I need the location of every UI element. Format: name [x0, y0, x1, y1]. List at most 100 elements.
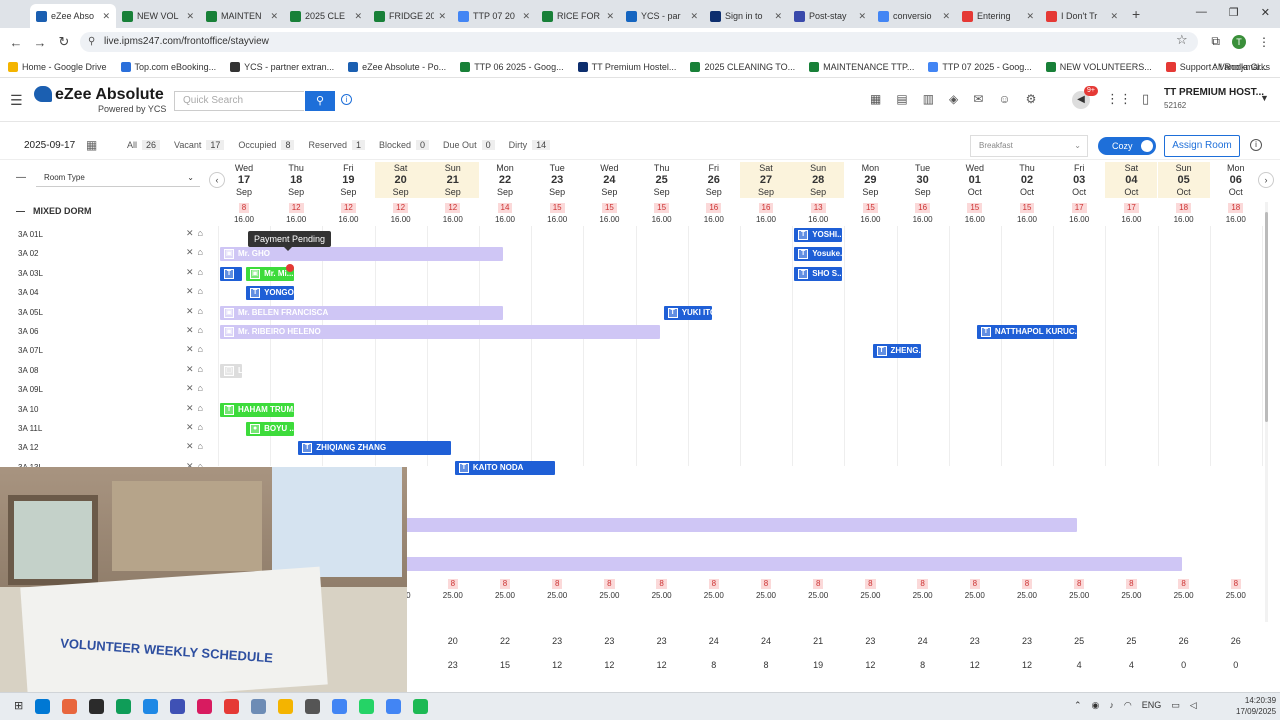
language-indicator[interactable]: ENG — [1142, 700, 1162, 711]
room-status-icons[interactable]: ✕⌂ — [186, 306, 207, 317]
browser-tab[interactable]: MAINTEN ✕ — [200, 4, 284, 28]
taskbar-app-icon[interactable] — [305, 699, 321, 714]
availability-cell[interactable]: 15 16.00 — [636, 200, 688, 226]
bookmark-item[interactable]: NEW VOLUNTEERS... — [1045, 61, 1152, 72]
bookmark-item[interactable]: TTP 06 2025 - Goog... — [460, 61, 564, 72]
date-column[interactable]: Wed 24 Sep — [583, 162, 635, 198]
maximize-icon[interactable]: ❐ — [1229, 6, 1239, 19]
room-row[interactable]: 3A 05L ✕⌂ — [0, 304, 218, 323]
booking-bar[interactable]: TYONGO... — [246, 286, 295, 301]
channel-icon[interactable]: ◈ — [949, 92, 958, 106]
availability-cell[interactable]: 16 16.00 — [688, 200, 740, 226]
room-status-icons[interactable]: ✕⌂ — [186, 364, 207, 375]
tab-close-icon[interactable]: ✕ — [438, 11, 446, 22]
bookmark-star-icon[interactable]: ☆ — [1176, 32, 1188, 48]
taskbar-app-icon[interactable] — [143, 699, 159, 714]
close-window-icon[interactable]: ✕ — [1261, 6, 1270, 19]
availability-cell[interactable]: 15 16.00 — [583, 200, 635, 226]
availability-cell[interactable]: 13 16.00 — [792, 200, 844, 226]
taskbar-app-icon[interactable] — [89, 699, 105, 714]
site-info-icon[interactable]: ⚲ — [88, 32, 95, 52]
system-clock[interactable]: 14:20:39 17/09/2025 — [1236, 695, 1276, 717]
status-count[interactable]: Reserved 1 — [308, 140, 365, 150]
tab-close-icon[interactable]: ✕ — [690, 11, 698, 22]
availability-cell[interactable]: 12 16.00 — [427, 200, 479, 226]
room-status-icons[interactable]: ✕⌂ — [186, 344, 207, 355]
tab-close-icon[interactable]: ✕ — [270, 11, 278, 22]
browser-tab[interactable]: NEW VOL ✕ — [116, 4, 200, 28]
date-column[interactable]: Fri 26 Sep — [688, 162, 740, 198]
browser-tab[interactable]: YCS - par ✕ — [620, 4, 704, 28]
browser-tab[interactable]: Post-stay ✕ — [788, 4, 872, 28]
reload-icon[interactable]: ↻ — [52, 34, 76, 50]
availability-cell[interactable]: 825.00 — [740, 576, 792, 602]
room-status-icons[interactable]: ✕⌂ — [186, 286, 207, 297]
room-status-icons[interactable]: ✕⌂ — [186, 228, 207, 239]
hotel-name[interactable]: TT PREMIUM HOST... — [1164, 87, 1264, 98]
taskbar-app-icon[interactable] — [35, 699, 51, 714]
settings-icon[interactable]: ⚙ — [1026, 92, 1037, 106]
scrollbar-thumb[interactable] — [1265, 212, 1268, 422]
windows-start-icon[interactable]: ⊞ — [14, 699, 23, 714]
availability-cell[interactable]: 825.00 — [636, 576, 688, 602]
bookmark-item[interactable]: Top.com eBooking... — [120, 61, 216, 72]
bookmark-item[interactable]: YCS - partner extran... — [230, 61, 334, 72]
chevron-down-icon[interactable]: ▼ — [1260, 93, 1269, 103]
search-button[interactable]: ⚲ — [305, 91, 335, 111]
bookmark-item[interactable]: TTP 07 2025 - Goog... — [928, 61, 1032, 72]
reservation-icon[interactable]: ▦ — [870, 92, 881, 106]
room-row[interactable]: 3A 10 ✕⌂ — [0, 401, 218, 420]
bookmark-item[interactable]: Home - Google Drive — [8, 61, 107, 72]
url-input[interactable]: ⚲ live.ipms247.com/frontoffice/stayview — [80, 32, 1198, 52]
browser-tab[interactable]: conversio ✕ — [872, 4, 956, 28]
availability-cell[interactable]: 12 16.00 — [322, 200, 374, 226]
booking-bar[interactable]: ▣ Mr. BELEN FRANCISCA — [220, 305, 504, 320]
browser-tab[interactable]: TTP 07 20 ✕ — [452, 4, 536, 28]
availability-cell[interactable]: 825.00 — [792, 576, 844, 602]
guest-icon[interactable]: ☺ — [998, 92, 1010, 106]
taskbar-app-icon[interactable] — [413, 699, 429, 714]
hamburger-menu-icon[interactable]: ☰ — [10, 92, 23, 109]
availability-cell[interactable]: 825.00 — [1053, 576, 1105, 602]
availability-cell[interactable]: 825.00 — [583, 576, 635, 602]
date-column[interactable]: Sat 04 Oct — [1105, 162, 1158, 198]
room-status-icons[interactable]: ✕⌂ — [186, 247, 207, 258]
room-row[interactable]: 3A 03L ✕⌂ — [0, 265, 218, 284]
info-icon[interactable]: i — [341, 94, 352, 105]
date-column[interactable]: Sun 05 Oct — [1157, 162, 1210, 198]
room-status-icons[interactable]: ✕⌂ — [186, 403, 207, 414]
date-column[interactable]: Sun 28 Sep — [792, 162, 845, 198]
booking-bar[interactable]: T ZHIQIANG ZHANG — [298, 441, 451, 456]
date-column[interactable]: Thu 02 Oct — [1001, 162, 1053, 198]
browser-tab[interactable]: Sign in to ✕ — [704, 4, 788, 28]
browser-tab[interactable]: Entering ✕ — [956, 4, 1040, 28]
taskbar-app-icon[interactable] — [332, 699, 348, 714]
meal-plan-select[interactable]: Breakfast ⌄ — [970, 135, 1088, 157]
assign-room-button[interactable]: Assign Room — [1164, 135, 1240, 157]
taskbar-app-icon[interactable] — [170, 699, 186, 714]
profile-avatar[interactable]: T — [1232, 34, 1246, 49]
availability-cell[interactable]: 825.00 — [1210, 576, 1262, 602]
room-status-icons[interactable]: ✕⌂ — [186, 267, 207, 278]
chevron-up-icon[interactable]: ⌃ — [1074, 700, 1082, 711]
date-column[interactable]: Wed 01 Oct — [949, 162, 1001, 198]
taskbar-app-icon[interactable] — [359, 699, 375, 714]
availability-cell[interactable]: 825.00 — [1105, 576, 1157, 602]
mic-icon[interactable]: ♪ — [1109, 700, 1114, 711]
status-count[interactable]: Blocked 0 — [379, 140, 430, 150]
availability-cell[interactable]: 17 16.00 — [1053, 200, 1105, 226]
network-icon[interactable]: ◉ — [1092, 700, 1100, 711]
room-type-select[interactable]: Room Type ⌄ — [36, 169, 200, 187]
availability-cell[interactable]: 17 16.00 — [1105, 200, 1157, 226]
display-icon[interactable]: ▭ — [1171, 700, 1180, 711]
room-row[interactable]: 3A 11L ✕⌂ — [0, 420, 218, 439]
taskbar-app-icon[interactable] — [224, 699, 240, 714]
tab-close-icon[interactable]: ✕ — [522, 11, 530, 22]
availability-cell[interactable]: 8 16.00 — [218, 200, 270, 226]
back-icon[interactable]: ← — [4, 35, 28, 50]
bookmark-item[interactable]: 2025 CLEANING TO... — [690, 61, 795, 72]
booking-bar[interactable]: ▣ Mr. GHO — [220, 247, 504, 262]
room-row[interactable]: 3A 02 ✕⌂ — [0, 245, 218, 264]
availability-cell[interactable]: 18 16.00 — [1210, 200, 1262, 226]
room-row[interactable]: 3A 06 ✕⌂ — [0, 323, 218, 342]
